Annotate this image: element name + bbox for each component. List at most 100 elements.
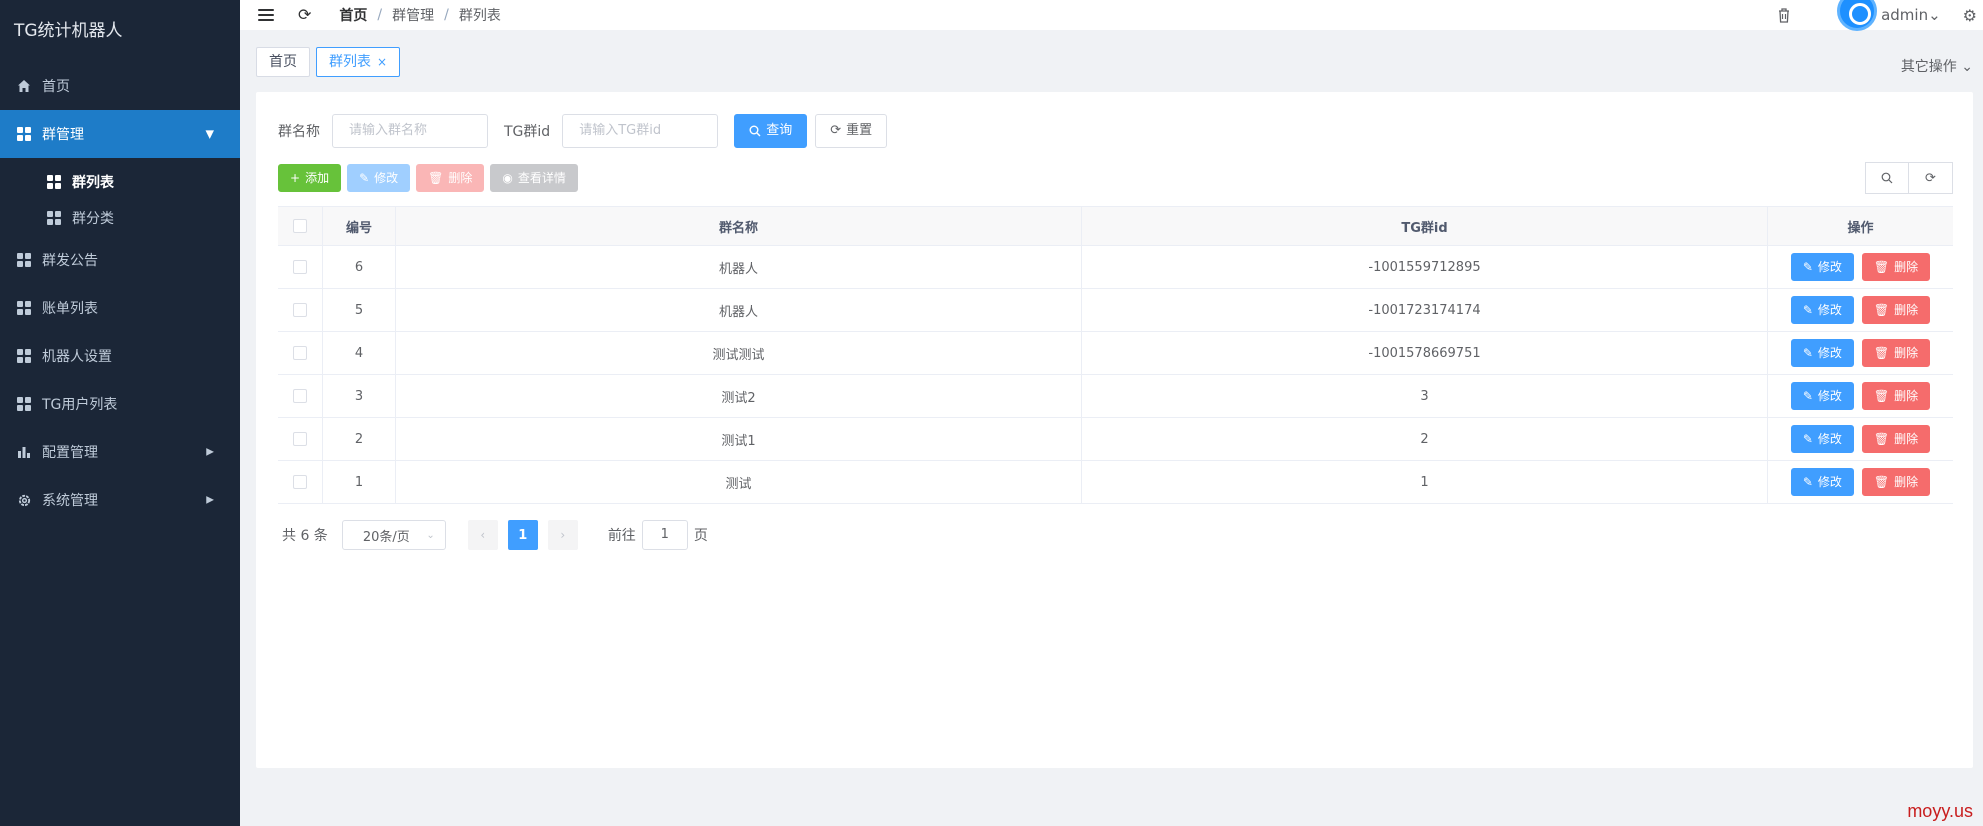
row-delete-button[interactable]: 🗑 删除: [1861, 468, 1931, 496]
row-delete-button[interactable]: 🗑 删除: [1861, 339, 1931, 367]
cell-tgid: 1: [1082, 461, 1768, 503]
row-edit-button[interactable]: ✎ 修改: [1790, 339, 1854, 367]
grid-icon: [46, 210, 62, 226]
sidebar-item-config[interactable]: 配置管理 ▶: [0, 428, 240, 476]
query-button[interactable]: 查询: [734, 114, 808, 148]
column-header: 编号: [323, 207, 396, 245]
trash-icon: 🗑: [428, 171, 444, 185]
row-checkbox[interactable]: [293, 475, 307, 489]
refresh-button[interactable]: ⟳: [1909, 162, 1953, 194]
cell-name: 测试1: [396, 418, 1082, 460]
sidebar-item-bot-settings[interactable]: 机器人设置: [0, 332, 240, 380]
select-all-checkbox[interactable]: [293, 219, 307, 233]
sidebar-item-home[interactable]: 首页: [0, 62, 240, 110]
row-edit-button[interactable]: ✎ 修改: [1790, 382, 1854, 410]
table-header: 编号 群名称 TG群id 操作: [278, 207, 1953, 246]
grid-icon: [16, 348, 32, 364]
sidebar-item-group-management[interactable]: 群管理 ▼: [0, 110, 240, 158]
goto-label: 前往: [607, 528, 636, 544]
cell-tgid: -1001559712895: [1082, 246, 1768, 288]
eye-icon: ◉: [502, 171, 513, 185]
close-icon[interactable]: ×: [377, 55, 387, 69]
tgid-label: TG群id: [504, 124, 551, 140]
sidebar-item-bills[interactable]: 账单列表: [0, 284, 240, 332]
row-checkbox[interactable]: [293, 432, 307, 446]
sidebar-item-group-category[interactable]: 群分类: [0, 200, 240, 236]
sidebar-item-label: TG用户列表: [42, 397, 118, 413]
column-header: TG群id: [1082, 207, 1768, 245]
sidebar-item-label: 配置管理: [42, 445, 98, 461]
bar-chart-icon: [16, 444, 32, 460]
watermark: moyy.us: [1907, 801, 1973, 821]
cell-no: 4: [323, 332, 396, 374]
edit-icon: ✎: [359, 171, 370, 185]
avatar[interactable]: [1837, 0, 1878, 31]
grid-icon: [16, 300, 32, 316]
next-page-button[interactable]: ›: [547, 520, 578, 550]
user-menu[interactable]: admin⌄: [1881, 6, 1941, 24]
tag-group-list[interactable]: 群列表 ×: [316, 47, 401, 77]
row-edit-button[interactable]: ✎ 修改: [1790, 296, 1854, 324]
trash-icon: 🗑: [1873, 432, 1890, 446]
delete-button[interactable]: 🗑 删除: [416, 164, 485, 192]
edit-button[interactable]: ✎ 修改: [347, 164, 411, 192]
cell-no: 5: [323, 289, 396, 331]
row-checkbox[interactable]: [293, 260, 307, 274]
cell-name: 机器人: [396, 246, 1082, 288]
table-row: 1 测试 1 ✎ 修改 🗑 删除: [278, 461, 1953, 504]
cell-no: 2: [323, 418, 396, 460]
sidebar-item-label: 系统管理: [42, 493, 98, 509]
sidebar-item-label: 群列表: [72, 175, 114, 191]
grid-icon: [16, 126, 32, 142]
cell-tgid: -1001578669751: [1082, 332, 1768, 374]
tags-view: 首页 群列表 × 其它操作 ⌄: [240, 40, 1983, 84]
sidebar-item-system[interactable]: 系统管理 ▶: [0, 476, 240, 524]
app-title: TG统计机器人: [14, 21, 123, 41]
table-row: 2 测试1 2 ✎ 修改 🗑 删除: [278, 418, 1953, 461]
row-edit-button[interactable]: ✎ 修改: [1790, 468, 1854, 496]
row-checkbox[interactable]: [293, 346, 307, 360]
view-details-button[interactable]: ◉ 查看详情: [490, 164, 578, 192]
row-edit-button[interactable]: ✎ 修改: [1790, 425, 1854, 453]
cell-tgid: 3: [1082, 375, 1768, 417]
sidebar-item-group-list[interactable]: 群列表: [0, 164, 240, 200]
cell-tgid: -1001723174174: [1082, 289, 1768, 331]
name-input[interactable]: 请输入群名称: [332, 114, 488, 148]
breadcrumb-item: 群列表: [458, 8, 501, 24]
other-ops-dropdown[interactable]: 其它操作 ⌄: [1901, 56, 1973, 76]
row-delete-button[interactable]: 🗑 删除: [1861, 253, 1931, 281]
page-number[interactable]: 1: [507, 520, 538, 550]
prev-page-button[interactable]: ‹: [467, 520, 498, 550]
table-row: 4 测试测试 -1001578669751 ✎ 修改 🗑 删除: [278, 332, 1953, 375]
reset-button[interactable]: ⟳ 重置: [815, 114, 888, 148]
row-delete-button[interactable]: 🗑 删除: [1861, 382, 1931, 410]
pagination: 共 6 条 20条/页 ⌄ ‹ 1 › 前往 1 页: [282, 520, 708, 550]
search-toggle-button[interactable]: [1865, 162, 1909, 194]
hamburger-icon[interactable]: [258, 9, 274, 21]
edit-icon: ✎: [1802, 389, 1813, 403]
row-delete-button[interactable]: 🗑 删除: [1861, 296, 1931, 324]
cell-name: 测试测试: [396, 332, 1082, 374]
table-tools: ⟳: [1865, 162, 1953, 194]
sidebar-item-tg-users[interactable]: TG用户列表: [0, 380, 240, 428]
breadcrumb-item[interactable]: 首页: [339, 5, 367, 25]
tgid-input[interactable]: 请输入TG群id: [562, 114, 719, 148]
goto-page-input[interactable]: 1: [641, 520, 688, 550]
add-button[interactable]: + 添加: [278, 164, 342, 192]
cell-name: 测试: [396, 461, 1082, 503]
trash-icon: 🗑: [1873, 475, 1890, 489]
gear-icon: [16, 492, 32, 508]
row-edit-button[interactable]: ✎ 修改: [1790, 253, 1854, 281]
top-navbar: ⟳ 首页 / 群管理 / 群列表 admin⌄ ⚙: [240, 0, 1983, 31]
refresh-icon[interactable]: ⟳: [298, 7, 311, 23]
gear-icon[interactable]: ⚙: [1963, 6, 1977, 25]
row-checkbox[interactable]: [293, 303, 307, 317]
grid-icon: [46, 174, 62, 190]
row-checkbox[interactable]: [293, 389, 307, 403]
table-row: 5 机器人 -1001723174174 ✎ 修改 🗑 删除: [278, 289, 1953, 332]
tag-home[interactable]: 首页: [256, 47, 310, 77]
trash-icon[interactable]: [1777, 7, 1791, 23]
page-size-select[interactable]: 20条/页 ⌄: [341, 520, 446, 550]
row-delete-button[interactable]: 🗑 删除: [1861, 425, 1931, 453]
sidebar-item-broadcast[interactable]: 群发公告: [0, 236, 240, 284]
